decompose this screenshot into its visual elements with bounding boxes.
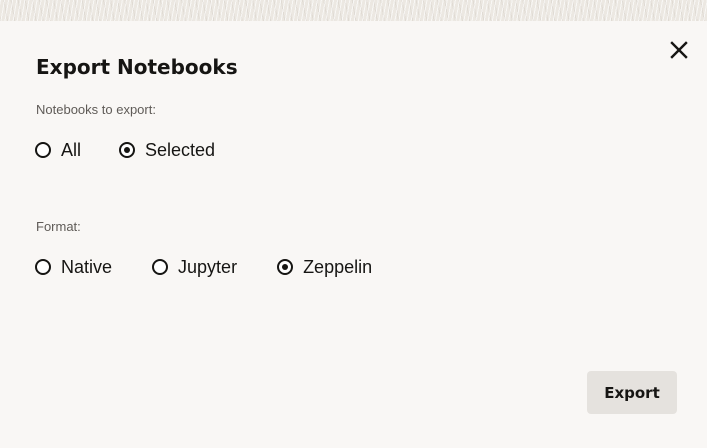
radio-option-native[interactable]: Native <box>35 257 112 278</box>
notebooks-to-export-label: Notebooks to export: <box>36 102 156 117</box>
radio-option-all[interactable]: All <box>35 140 81 161</box>
export-button[interactable]: Export <box>587 371 677 414</box>
radio-button-zeppelin[interactable] <box>277 259 294 275</box>
radio-button-native[interactable] <box>35 259 51 275</box>
format-radio-group: Native Jupyter Zeppelin <box>35 254 372 280</box>
close-icon <box>670 41 688 59</box>
radio-button-selected[interactable] <box>119 142 136 158</box>
dialog-title: Export Notebooks <box>36 55 238 79</box>
radio-button-jupyter[interactable] <box>152 259 169 275</box>
format-label: Format: <box>36 219 81 234</box>
close-button[interactable] <box>666 37 692 63</box>
radio-option-selected[interactable]: Selected <box>119 140 215 161</box>
radio-label-jupyter: Jupyter <box>178 256 238 277</box>
radio-label-selected: Selected <box>145 139 216 160</box>
background-texture <box>0 0 707 21</box>
radio-label-all: All <box>61 139 82 160</box>
radio-option-jupyter[interactable]: Jupyter <box>152 257 237 278</box>
radio-label-zeppelin: Zeppelin <box>303 256 373 277</box>
page: Export Notebooks Notebooks to export: Al… <box>0 0 707 448</box>
radio-option-zeppelin[interactable]: Zeppelin <box>277 257 372 278</box>
notebooks-radio-group: All Selected <box>35 137 215 163</box>
radio-label-native: Native <box>61 256 113 277</box>
export-notebooks-dialog: Export Notebooks Notebooks to export: Al… <box>0 21 707 448</box>
radio-button-all[interactable] <box>35 142 51 158</box>
